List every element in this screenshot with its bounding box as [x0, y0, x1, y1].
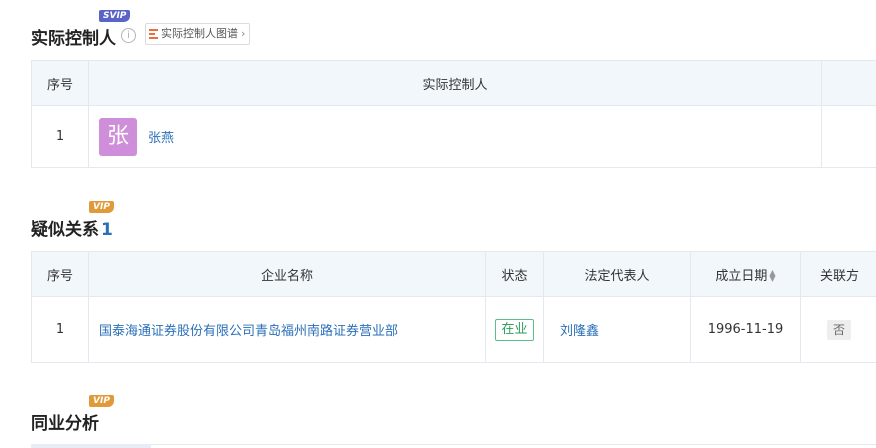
chevron-right-icon: ›	[241, 27, 246, 40]
info-circle-icon[interactable]: i	[121, 28, 136, 43]
controller-graph-button[interactable]: 实际控制人图谱 ›	[145, 23, 251, 45]
vip-badge: VIP	[89, 395, 114, 407]
extra-cell	[821, 105, 876, 168]
controller-name-link[interactable]: 张燕	[148, 127, 174, 146]
related-section-title: 疑似关系 1	[31, 215, 113, 240]
founded-header-label: 成立日期	[715, 268, 768, 284]
column-header-company: 企业名称	[88, 251, 486, 297]
avatar: 张	[99, 117, 137, 156]
controller-table: 序号 实际控制人 1 张 张燕	[31, 60, 876, 168]
legal-rep-link[interactable]: 刘隆鑫	[560, 324, 599, 339]
graph-icon	[149, 28, 158, 40]
controller-cell: 张 张燕	[88, 105, 822, 168]
table-header-row: 序号 实际控制人	[31, 60, 876, 106]
table-header-row: 序号 企业名称 状态 法定代表人 成立日期 ▲ ▼ 关联方	[31, 251, 876, 297]
vip-badge: VIP	[89, 201, 114, 213]
company-cell: 国泰海通证券股份有限公司青岛福州南路证券营业部	[88, 296, 486, 363]
column-header-founded[interactable]: 成立日期 ▲ ▼	[690, 251, 801, 297]
divider	[151, 444, 876, 445]
column-header-controller: 实际控制人	[88, 60, 822, 106]
related-title-text: 疑似关系	[31, 220, 99, 240]
legal-rep-cell: 刘隆鑫	[543, 296, 691, 363]
controller-section-title: 实际控制人	[31, 29, 116, 49]
related-count: 1	[101, 220, 113, 240]
industry-section-title: 同业分析	[31, 414, 99, 434]
founded-cell: 1996-11-19	[690, 296, 801, 363]
row-index: 1	[31, 296, 89, 363]
related-table: 序号 企业名称 状态 法定代表人 成立日期 ▲ ▼ 关联方 1 国泰海通证券股份有限…	[31, 251, 876, 363]
column-header-related: 关联方	[800, 251, 876, 297]
table-row: 1 国泰海通证券股份有限公司青岛福州南路证券营业部 在业 刘隆鑫 1996-11…	[31, 296, 876, 363]
graph-button-label: 实际控制人图谱	[161, 27, 238, 40]
column-header-index: 序号	[31, 251, 89, 297]
status-badge: 在业	[495, 318, 534, 341]
svip-badge: SVIP	[99, 10, 131, 22]
column-header-index: 序号	[31, 60, 89, 106]
status-cell: 在业	[485, 296, 544, 363]
column-header-extra	[821, 60, 876, 106]
related-flag: 否	[827, 319, 852, 340]
sort-icon[interactable]: ▲ ▼	[769, 269, 775, 283]
company-name-link[interactable]: 国泰海通证券股份有限公司青岛福州南路证券营业部	[99, 324, 398, 339]
table-row: 1 张 张燕	[31, 105, 876, 168]
row-index: 1	[31, 105, 89, 168]
industry-tab-strip	[31, 444, 151, 448]
column-header-legal-rep: 法定代表人	[543, 251, 691, 297]
column-header-status: 状态	[485, 251, 544, 297]
related-cell: 否	[800, 296, 876, 363]
